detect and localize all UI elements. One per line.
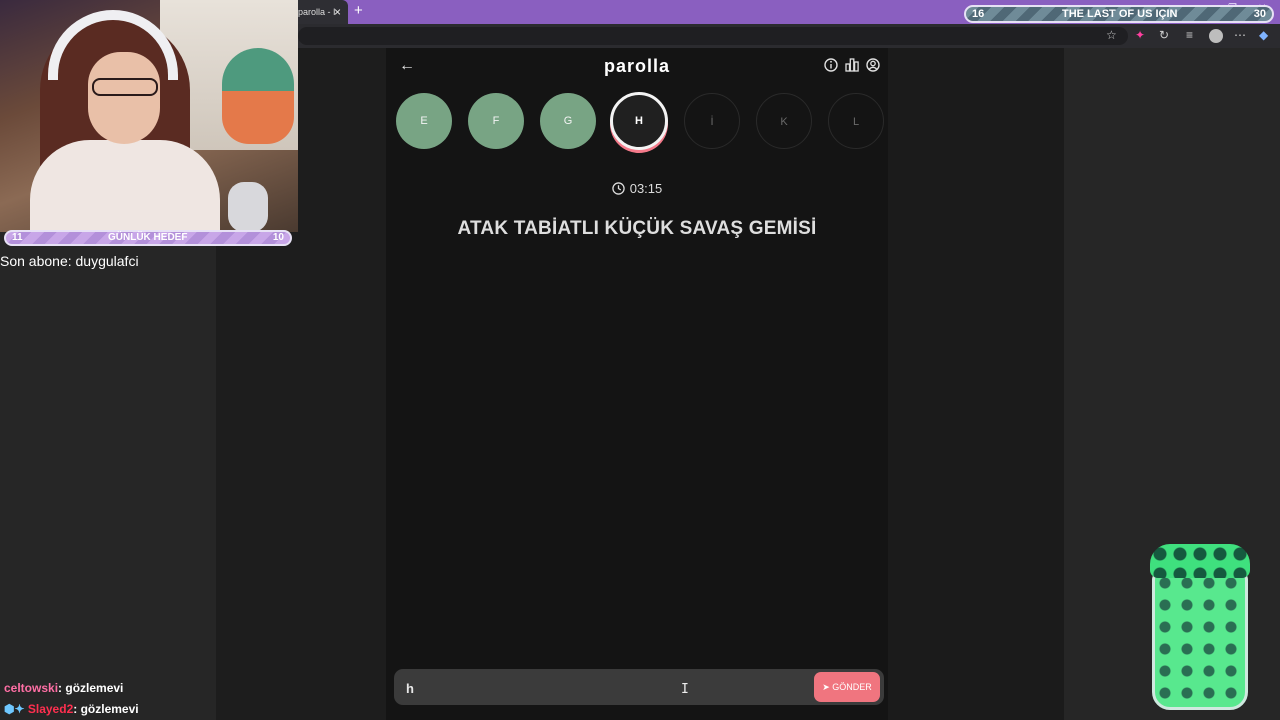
goal-top-left-value: 16 [972,8,985,20]
copilot-icon[interactable]: ◆ [1259,28,1268,42]
stream-goal-bar-top: 16 THE LAST OF US IÇIN 30 [964,5,1274,23]
sub-jar-overlay [1152,570,1248,710]
goal-top-title: THE LAST OF US IÇIN [1062,8,1178,20]
extension-icon[interactable]: ✦ [1135,28,1145,42]
goal-top-right-value: 30 [1253,8,1266,20]
menu-icon[interactable]: ⋯ [1234,28,1246,42]
letter-circle-upcoming: K [756,93,812,149]
letter-circle-current: H [610,92,668,150]
timer: 03:15 [386,181,888,196]
clock-icon [611,182,625,195]
timer-value: 03:15 [629,181,663,196]
daily-goal-title: GÜNLÜK HEDEF [108,232,188,243]
letter-circle-done: G [540,93,596,149]
microphone-image [228,182,268,232]
chat-badge-icon: ⬢✦ [4,702,28,716]
statistics-icon[interactable] [845,58,859,72]
sync-icon[interactable]: ↻ [1159,28,1169,42]
new-tab-icon[interactable]: + [354,2,363,19]
chat-username: Slayed2 [27,702,74,716]
reading-list-icon[interactable]: ≡ [1186,28,1193,42]
plush-toy-image [222,48,294,144]
chat-message: celtowski: gözlemevi [4,681,123,695]
streamer-body [30,140,220,232]
user-profile-icon[interactable] [866,58,880,72]
letter-circle-done: F [468,93,524,149]
parolla-game-panel: ← parolla E F G H İ K L 03:15 ATAK TABİA… [386,48,888,720]
last-subscriber-label: Son abone: duygulafci [0,253,139,269]
chat-username: celtowski [4,681,59,695]
letter-progress: E F G H İ K L [396,92,886,155]
text-cursor-icon: I [681,682,689,697]
answer-input[interactable] [404,675,798,701]
send-button[interactable]: ➤ GÖNDER [814,672,880,702]
app-logo: parolla [603,56,671,76]
daily-goal-left-value: 11 [12,232,23,243]
send-button-label: GÖNDER [832,682,872,692]
glasses-image [92,78,158,96]
address-bar[interactable] [298,27,1128,45]
answer-box: ➤ GÖNDER [394,669,884,705]
letter-circle-done: E [396,93,452,149]
headphones-image [48,10,178,80]
info-icon[interactable] [824,58,838,72]
chat-text: : gözlemevi [73,702,139,716]
profile-avatar[interactable] [1209,29,1223,43]
letter-circle-upcoming: İ [684,93,740,149]
send-icon: ➤ [822,682,833,692]
tab-close-icon[interactable]: × [334,5,341,19]
chat-message: ⬢✦ Slayed2: gözlemevi [4,702,139,716]
chat-text: : gözlemevi [58,681,124,695]
daily-goal-right-value: 10 [272,232,284,243]
daily-goal-bar: 11 GÜNLÜK HEDEF 10 [4,230,292,246]
webcam-overlay [0,0,298,232]
question-text: ATAK TABİATLI KÜÇÜK SAVAŞ GEMİSİ [457,218,817,239]
page-margin-right [888,48,1064,720]
bookmark-star-icon[interactable]: ☆ [1106,28,1117,42]
sub-jar-top [1150,544,1250,578]
letter-circle-upcoming: L [828,93,884,149]
